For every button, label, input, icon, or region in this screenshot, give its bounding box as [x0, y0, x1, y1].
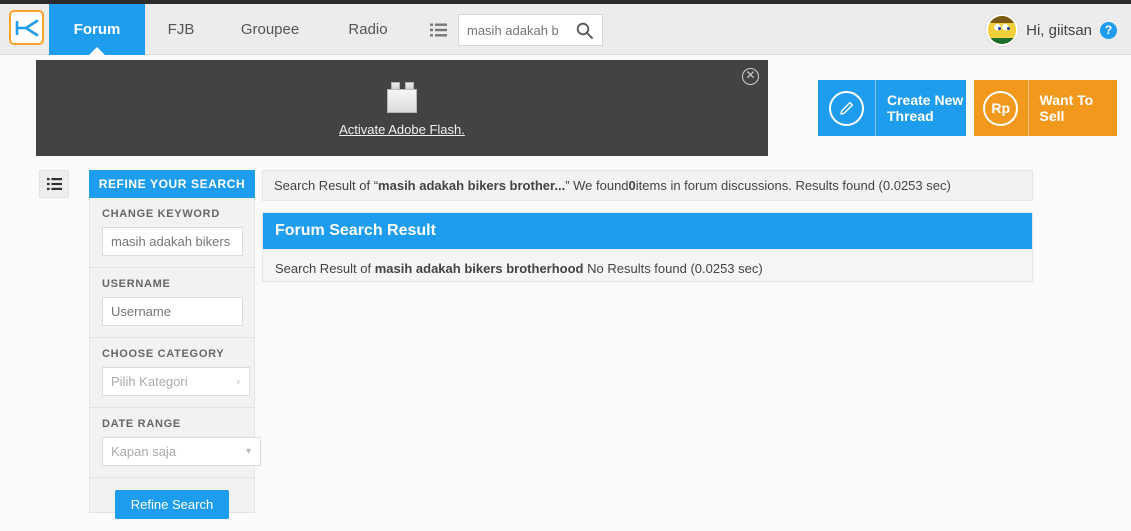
- help-icon[interactable]: ?: [1100, 21, 1117, 39]
- rupiah-icon: Rp: [974, 80, 1029, 136]
- pencil-icon-circle: [829, 90, 864, 126]
- list-toggle-icon[interactable]: [39, 170, 69, 198]
- pencil-icon: [818, 80, 876, 136]
- nav-tab-fjb[interactable]: FJB: [145, 4, 217, 55]
- avatar-face: [988, 16, 1017, 44]
- nav-tab-fjb-label: FJB: [167, 21, 195, 38]
- summary-mid: ” We found: [565, 178, 629, 193]
- change-keyword-label: CHANGE KEYWORD: [102, 208, 220, 220]
- chevron-right-icon: ›: [236, 375, 240, 388]
- refine-group-date-range: DATE RANGE Kapan saja ▾: [90, 408, 261, 478]
- kaskus-logo-glyph: [15, 19, 38, 36]
- refine-search-panel: CHANGE KEYWORD USERNAME CHOOSE CATEGORY …: [89, 198, 261, 519]
- category-select[interactable]: Pilih Kategori ›: [102, 367, 250, 396]
- result-body-query: masih adakah bikers brotherhood: [374, 261, 584, 276]
- nav-tab-radio-label: Radio: [348, 21, 388, 38]
- summary-prefix: Search Result of “: [274, 178, 379, 193]
- category-select-value: Pilih Kategori: [111, 374, 188, 389]
- nav-tab-forum-label: Forum: [73, 21, 121, 38]
- list-toggle-icon-glyph: [46, 178, 62, 190]
- forum-search-result-title: Forum Search Result: [275, 222, 436, 239]
- search-result-summary: Search Result of “masih adakah bikers br…: [262, 170, 1033, 201]
- main-navbar: Forum FJB Groupee Radio masih adakah b H…: [0, 4, 1131, 56]
- activate-flash-link[interactable]: Activate Adobe Flash.: [339, 122, 465, 137]
- summary-suffix: items in forum discussions. Results foun…: [635, 178, 951, 193]
- want-to-sell-button[interactable]: Rp Want To Sell: [974, 80, 1117, 136]
- list-ul-icon[interactable]: [418, 13, 458, 46]
- create-new-thread-label-line1: Create New: [887, 92, 964, 108]
- user-area[interactable]: Hi, giitsan ?: [986, 13, 1117, 47]
- create-new-thread-label-line2: Thread: [887, 108, 934, 124]
- choose-category-label: CHOOSE CATEGORY: [102, 348, 225, 360]
- refine-submit-wrapper: Refine Search: [90, 478, 254, 531]
- rupiah-icon-circle: Rp: [983, 90, 1019, 126]
- refine-group-choose-category: CHOOSE CATEGORY Pilih Kategori ›: [90, 338, 254, 408]
- kaskus-logo[interactable]: [9, 10, 44, 45]
- create-new-thread-button[interactable]: Create New Thread: [818, 80, 966, 136]
- create-new-thread-label: Create New Thread: [876, 92, 963, 124]
- flash-plugin-icon: [384, 79, 420, 113]
- daterange-select-value: Kapan saja: [111, 444, 177, 459]
- chevron-down-icon: ▾: [245, 446, 251, 457]
- change-keyword-input[interactable]: [102, 227, 243, 256]
- user-greeting: Hi, giitsan: [1026, 21, 1092, 39]
- date-range-label: DATE RANGE: [102, 418, 181, 430]
- result-body-prefix: Search Result of: [275, 261, 375, 276]
- summary-count: 0: [628, 178, 636, 193]
- nav-tab-groupee-label: Groupee: [240, 21, 300, 38]
- summary-query: masih adakah bikers brother...: [378, 178, 566, 193]
- username-input[interactable]: [102, 297, 243, 326]
- result-body-suffix: No Results found (0.0253 sec): [583, 261, 763, 276]
- refine-group-change-keyword: CHANGE KEYWORD: [90, 198, 254, 268]
- daterange-select[interactable]: Kapan saja ▾: [102, 437, 261, 466]
- nav-tab-forum[interactable]: Forum: [49, 4, 145, 56]
- nav-search-box: [458, 14, 603, 46]
- avatar[interactable]: [986, 14, 1019, 46]
- want-to-sell-label: Want To Sell: [1039, 92, 1094, 124]
- search-input[interactable]: [467, 22, 567, 38]
- adobe-flash-banner: Activate Adobe Flash. ✕: [36, 60, 768, 156]
- pencil-icon-glyph: [840, 101, 854, 115]
- flash-plugin-icon-body: [387, 89, 417, 113]
- nav-tab-groupee[interactable]: Groupee: [217, 4, 323, 55]
- forum-search-result-panel: Forum Search Result Search Result of mas…: [262, 212, 1033, 282]
- list-ul-icon-glyph: [429, 23, 447, 36]
- refine-your-search-tab-label: REFINE YOUR SEARCH: [98, 177, 246, 191]
- forum-search-result-body: Search Result of masih adakah bikers bro…: [263, 249, 1032, 288]
- refine-group-username: USERNAME: [90, 268, 254, 338]
- refine-search-button[interactable]: Refine Search: [114, 490, 230, 519]
- close-icon[interactable]: ✕: [742, 68, 759, 85]
- forum-search-result-header: Forum Search Result: [263, 213, 1032, 249]
- refine-your-search-tab[interactable]: REFINE YOUR SEARCH: [89, 170, 255, 205]
- search-icon-glyph: [576, 22, 593, 39]
- nav-tab-radio[interactable]: Radio: [323, 4, 413, 55]
- username-label: USERNAME: [102, 278, 171, 290]
- search-icon[interactable]: [567, 15, 601, 45]
